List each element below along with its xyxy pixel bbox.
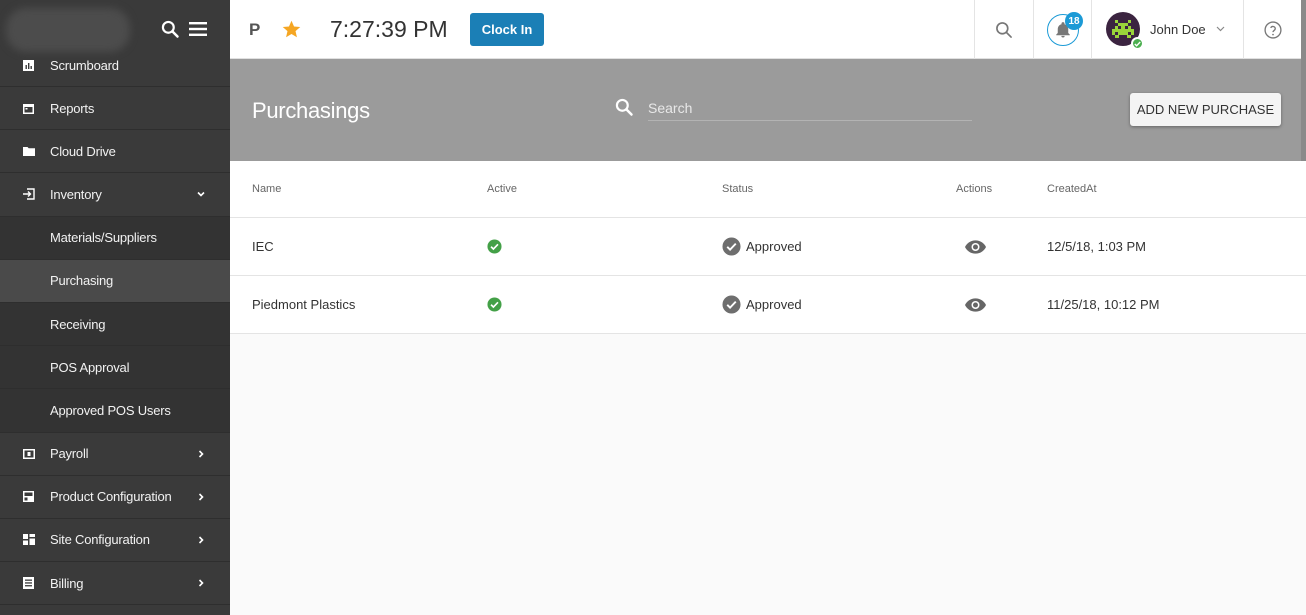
chevron-right-icon [198, 493, 204, 501]
sidebar-subitem-materials-suppliers[interactable]: Materials/Suppliers [0, 216, 230, 260]
view-action[interactable] [956, 276, 986, 333]
page-title: Purchasings [252, 98, 370, 123]
sidebar-subitem-approved-pos-users[interactable]: Approved POS Users [0, 389, 230, 433]
check-circle-icon [487, 239, 502, 254]
sidebar-item-site-configuration[interactable]: Site Configuration [0, 519, 230, 563]
payroll-icon [22, 447, 35, 460]
sidebar-subitem-receiving[interactable]: Receiving [0, 302, 230, 347]
sidebar-item-label: Approved POS Users [50, 402, 171, 418]
sidebar-item-label: Cloud Drive [50, 143, 116, 159]
sidebar-item-label: Inventory [50, 186, 102, 202]
status-label: Approved [746, 297, 802, 312]
sidebar-item-payroll[interactable]: Payroll [0, 433, 230, 476]
site-icon [22, 533, 35, 546]
scrollbar[interactable] [1301, 0, 1306, 161]
created-at: 12/5/18, 1:03 PM [1047, 239, 1147, 254]
online-status-icon [1131, 37, 1144, 50]
table-row[interactable]: Piedmont Plastics Approved 11/25/18, 10:… [230, 276, 1306, 334]
status-cell: Approved [722, 276, 802, 333]
search-icon[interactable] [160, 19, 180, 39]
add-new-purchase-button[interactable]: ADD NEW PURCHASE [1130, 93, 1281, 126]
sidebar-item-label: Receiving [50, 316, 106, 332]
sidebar-item-label: Scrumboard [50, 57, 119, 73]
column-header-name[interactable]: Name [252, 161, 281, 217]
sidebar-item-label: Purchasing [50, 273, 114, 289]
active-status [487, 218, 502, 275]
sidebar-item-label: Reports [50, 100, 95, 116]
column-header-status[interactable]: Status [722, 161, 753, 217]
column-header-actions: Actions [956, 183, 993, 195]
sidebar-item-reports[interactable]: Reports [0, 87, 230, 131]
approved-icon [722, 295, 741, 314]
eye-icon[interactable] [965, 297, 986, 312]
product-icon [22, 490, 35, 503]
sidebar-item-label: Billing [50, 575, 84, 591]
star-icon[interactable] [281, 19, 302, 40]
sidebar-item-label: Materials/Suppliers [50, 230, 157, 246]
chart-icon [22, 59, 35, 72]
status-cell: Approved [722, 218, 802, 275]
folder-icon [22, 145, 35, 158]
sidebar-item-label: Payroll [50, 446, 89, 462]
row-name: IEC [252, 239, 274, 254]
sidebar-item-cloud-drive[interactable]: Cloud Drive [0, 130, 230, 174]
user-name[interactable]: John Doe [1150, 22, 1206, 37]
calendar-icon [22, 102, 35, 115]
table-header: Name Active Status Actions CreatedAt [230, 161, 1306, 218]
billing-icon [22, 577, 35, 590]
active-status [487, 276, 502, 333]
column-header-active[interactable]: Active [487, 161, 517, 217]
sidebar: Scrumboard Reports Cloud Drive Inventory… [0, 0, 230, 615]
check-circle-icon [487, 297, 502, 312]
divider [1243, 0, 1244, 59]
sidebar-item-label: Product Configuration [50, 489, 172, 505]
clock-in-button[interactable]: Clock In [470, 13, 544, 46]
chevron-down-icon[interactable] [1216, 26, 1225, 32]
purchases-table: Name Active Status Actions CreatedAt IEC… [230, 161, 1306, 334]
notification-badge: 18 [1065, 12, 1083, 30]
sidebar-subitem-pos-approval[interactable]: POS Approval [0, 346, 230, 390]
sidebar-item-label: POS Approval [50, 359, 130, 375]
sidebar-item-scrumboard[interactable]: Scrumboard [0, 44, 230, 87]
workspace-initial[interactable]: P [249, 20, 260, 40]
page-header: Purchasings ADD NEW PURCHASE [230, 59, 1306, 161]
search-icon [615, 98, 633, 116]
sidebar-subitem-purchasing[interactable]: Purchasing [0, 259, 230, 303]
help-icon[interactable] [1263, 20, 1283, 40]
table-row[interactable]: IEC Approved 12/5/18, 1:03 PM [230, 218, 1306, 276]
clock-time: 7:27:39 PM [330, 16, 448, 42]
column-header-createdat[interactable]: CreatedAt [1047, 161, 1097, 217]
menu-icon[interactable] [188, 21, 208, 37]
row-name: Piedmont Plastics [252, 297, 356, 312]
sidebar-item-label: Site Configuration [50, 532, 150, 548]
view-action[interactable] [956, 218, 986, 275]
search-input[interactable] [648, 95, 972, 121]
divider [1033, 0, 1034, 59]
inventory-icon [22, 188, 35, 201]
sidebar-nav: Scrumboard Reports Cloud Drive Inventory… [0, 44, 230, 606]
sidebar-item-inventory[interactable]: Inventory [0, 173, 230, 217]
divider [1091, 0, 1092, 59]
chevron-right-icon [198, 450, 204, 458]
chevron-right-icon [198, 579, 204, 587]
status-label: Approved [746, 239, 802, 254]
sidebar-item-product-configuration[interactable]: Product Configuration [0, 476, 230, 519]
eye-icon[interactable] [965, 239, 986, 254]
chevron-down-icon [197, 192, 205, 198]
top-bar: P 7:27:39 PM Clock In 18 John Doe [230, 0, 1306, 59]
created-at: 11/25/18, 10:12 PM [1047, 297, 1160, 312]
divider [974, 0, 975, 59]
chevron-right-icon [198, 536, 204, 544]
search-icon[interactable] [994, 20, 1014, 40]
approved-icon [722, 237, 741, 256]
sidebar-item-billing[interactable]: Billing [0, 562, 230, 606]
